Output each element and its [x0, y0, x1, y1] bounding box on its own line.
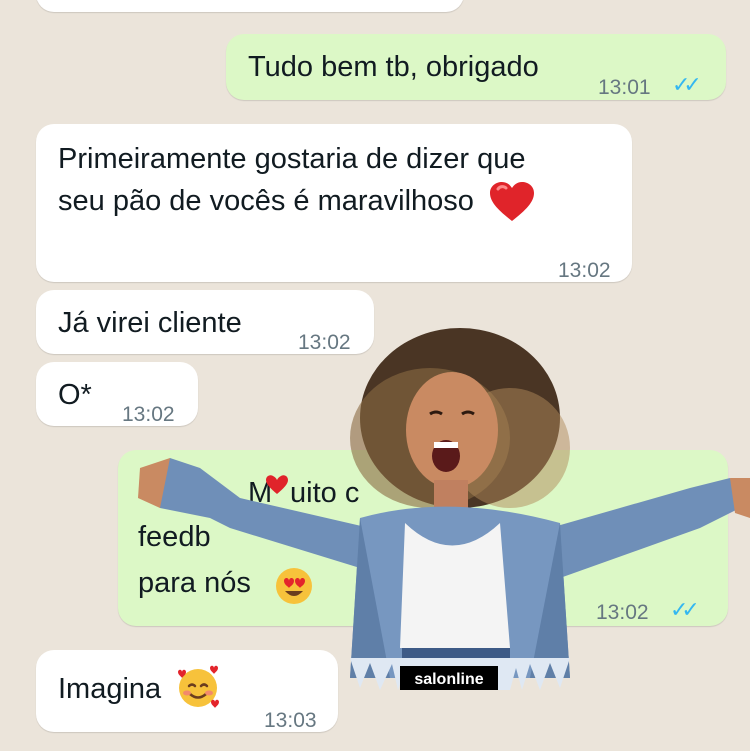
message-bubble-partial[interactable] — [36, 0, 464, 12]
sticker-right-arm — [550, 478, 740, 578]
sticker-left-arm — [150, 458, 370, 568]
sticker-heart-icon — [266, 475, 288, 494]
message-time: 13:03 — [264, 709, 317, 732]
message-time: 13:02 — [558, 259, 611, 282]
message-text: seu pão de vocês é maravilhoso — [58, 185, 474, 217]
message-bubble-incoming[interactable]: Primeiramente gostaria de dizer que seu … — [36, 124, 632, 282]
celebration-sticker[interactable]: salonline — [130, 318, 750, 698]
message-text: O* — [58, 379, 92, 411]
message-bubble-outgoing[interactable]: Tudo bem tb, obrigado 13:01 ✓✓ — [226, 34, 726, 100]
sticker-brand-label: salonline — [414, 671, 483, 688]
message-text: Tudo bem tb, obrigado — [248, 51, 539, 83]
red-heart-emoji-icon — [489, 182, 534, 222]
message-text-line: Primeiramente gostaria de dizer que — [58, 143, 526, 175]
message-text-line-2: seu pão de vocês é maravilhoso — [58, 180, 610, 223]
sticker-face — [406, 372, 498, 488]
message-time: 13:01 — [598, 76, 651, 99]
double-check-icon: ✓✓ — [672, 72, 702, 97]
